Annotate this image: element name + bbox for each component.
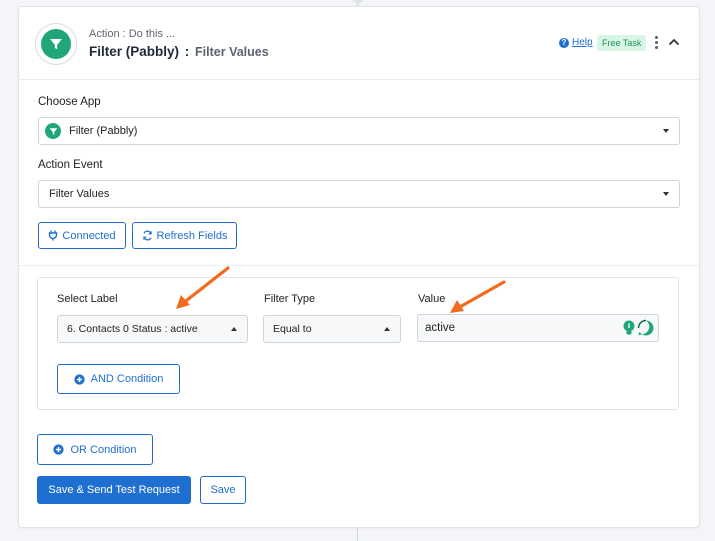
help-label: Help	[572, 37, 593, 48]
filter-type-heading: Filter Type	[264, 293, 316, 305]
choose-app-label: Choose App	[38, 96, 101, 108]
value-input[interactable]: active	[417, 314, 659, 342]
step-title: Filter (Pabbly) : Filter Values	[89, 44, 269, 59]
caret-up-icon	[231, 327, 237, 331]
filter-app-small-icon	[45, 123, 61, 139]
free-task-badge: Free Task	[597, 35, 647, 51]
choose-app-select[interactable]: Filter (Pabbly)	[38, 117, 680, 145]
select-label-dropdown[interactable]: 6. Contacts 0 Status : active	[57, 315, 248, 343]
caret-down-icon	[663, 129, 669, 133]
plug-icon	[49, 230, 58, 241]
refresh-fields-label: Refresh Fields	[156, 229, 228, 242]
lightbulb-icon[interactable]	[622, 320, 636, 336]
filter-app-icon	[41, 29, 71, 59]
action-step-card: Action : Do this ... Filter (Pabbly) : F…	[18, 6, 700, 528]
choose-app-value: Filter (Pabbly)	[69, 125, 138, 137]
plus-circle-icon	[73, 373, 85, 385]
step-app-name: Filter (Pabbly)	[89, 44, 180, 59]
step-header: Action : Do this ... Filter (Pabbly) : F…	[19, 7, 699, 80]
or-condition-button[interactable]: OR Condition	[37, 434, 153, 465]
refresh-icon	[142, 230, 152, 241]
select-label-value: 6. Contacts 0 Status : active	[67, 323, 198, 335]
app-icon-container	[35, 23, 77, 65]
more-options-icon[interactable]	[653, 36, 659, 50]
filter-type-value: Equal to	[273, 323, 312, 335]
plus-circle-icon	[53, 444, 65, 455]
step-subtitle: Action : Do this ...	[89, 28, 176, 40]
filter-type-dropdown[interactable]: Equal to	[263, 315, 401, 343]
filter-condition-group: Select Label 6. Contacts 0 Status : acti…	[37, 277, 679, 410]
step-title-separator: :	[184, 44, 190, 59]
or-condition-label: OR Condition	[70, 443, 137, 456]
help-icon: ?	[559, 37, 569, 48]
caret-up-icon	[384, 327, 390, 331]
action-event-label: Action Event	[38, 159, 103, 171]
value-heading: Value	[418, 293, 446, 305]
connected-button[interactable]: Connected	[38, 222, 126, 249]
select-label-heading: Select Label	[57, 293, 118, 305]
value-input-text: active	[425, 322, 456, 334]
bottom-connector	[357, 527, 358, 541]
funnel-icon	[49, 127, 57, 135]
funnel-icon	[50, 39, 62, 50]
step-event-name: Filter Values	[195, 45, 269, 59]
top-connector-notch	[351, 0, 365, 5]
save-send-test-button[interactable]: Save & Send Test Request	[37, 476, 191, 504]
help-link[interactable]: ? Help	[559, 37, 593, 48]
action-event-value: Filter Values	[49, 188, 110, 200]
section-divider	[19, 265, 699, 266]
action-event-select[interactable]: Filter Values	[38, 180, 680, 208]
save-button[interactable]: Save	[200, 476, 246, 504]
insert-data-bubble-icon[interactable]	[637, 319, 655, 337]
caret-down-icon	[663, 192, 669, 196]
refresh-fields-button[interactable]: Refresh Fields	[132, 222, 237, 249]
and-condition-button[interactable]: AND Condition	[57, 364, 180, 394]
connected-label: Connected	[62, 229, 116, 242]
collapse-chevron-up-icon[interactable]	[667, 35, 681, 49]
and-condition-label: AND Condition	[90, 373, 164, 385]
